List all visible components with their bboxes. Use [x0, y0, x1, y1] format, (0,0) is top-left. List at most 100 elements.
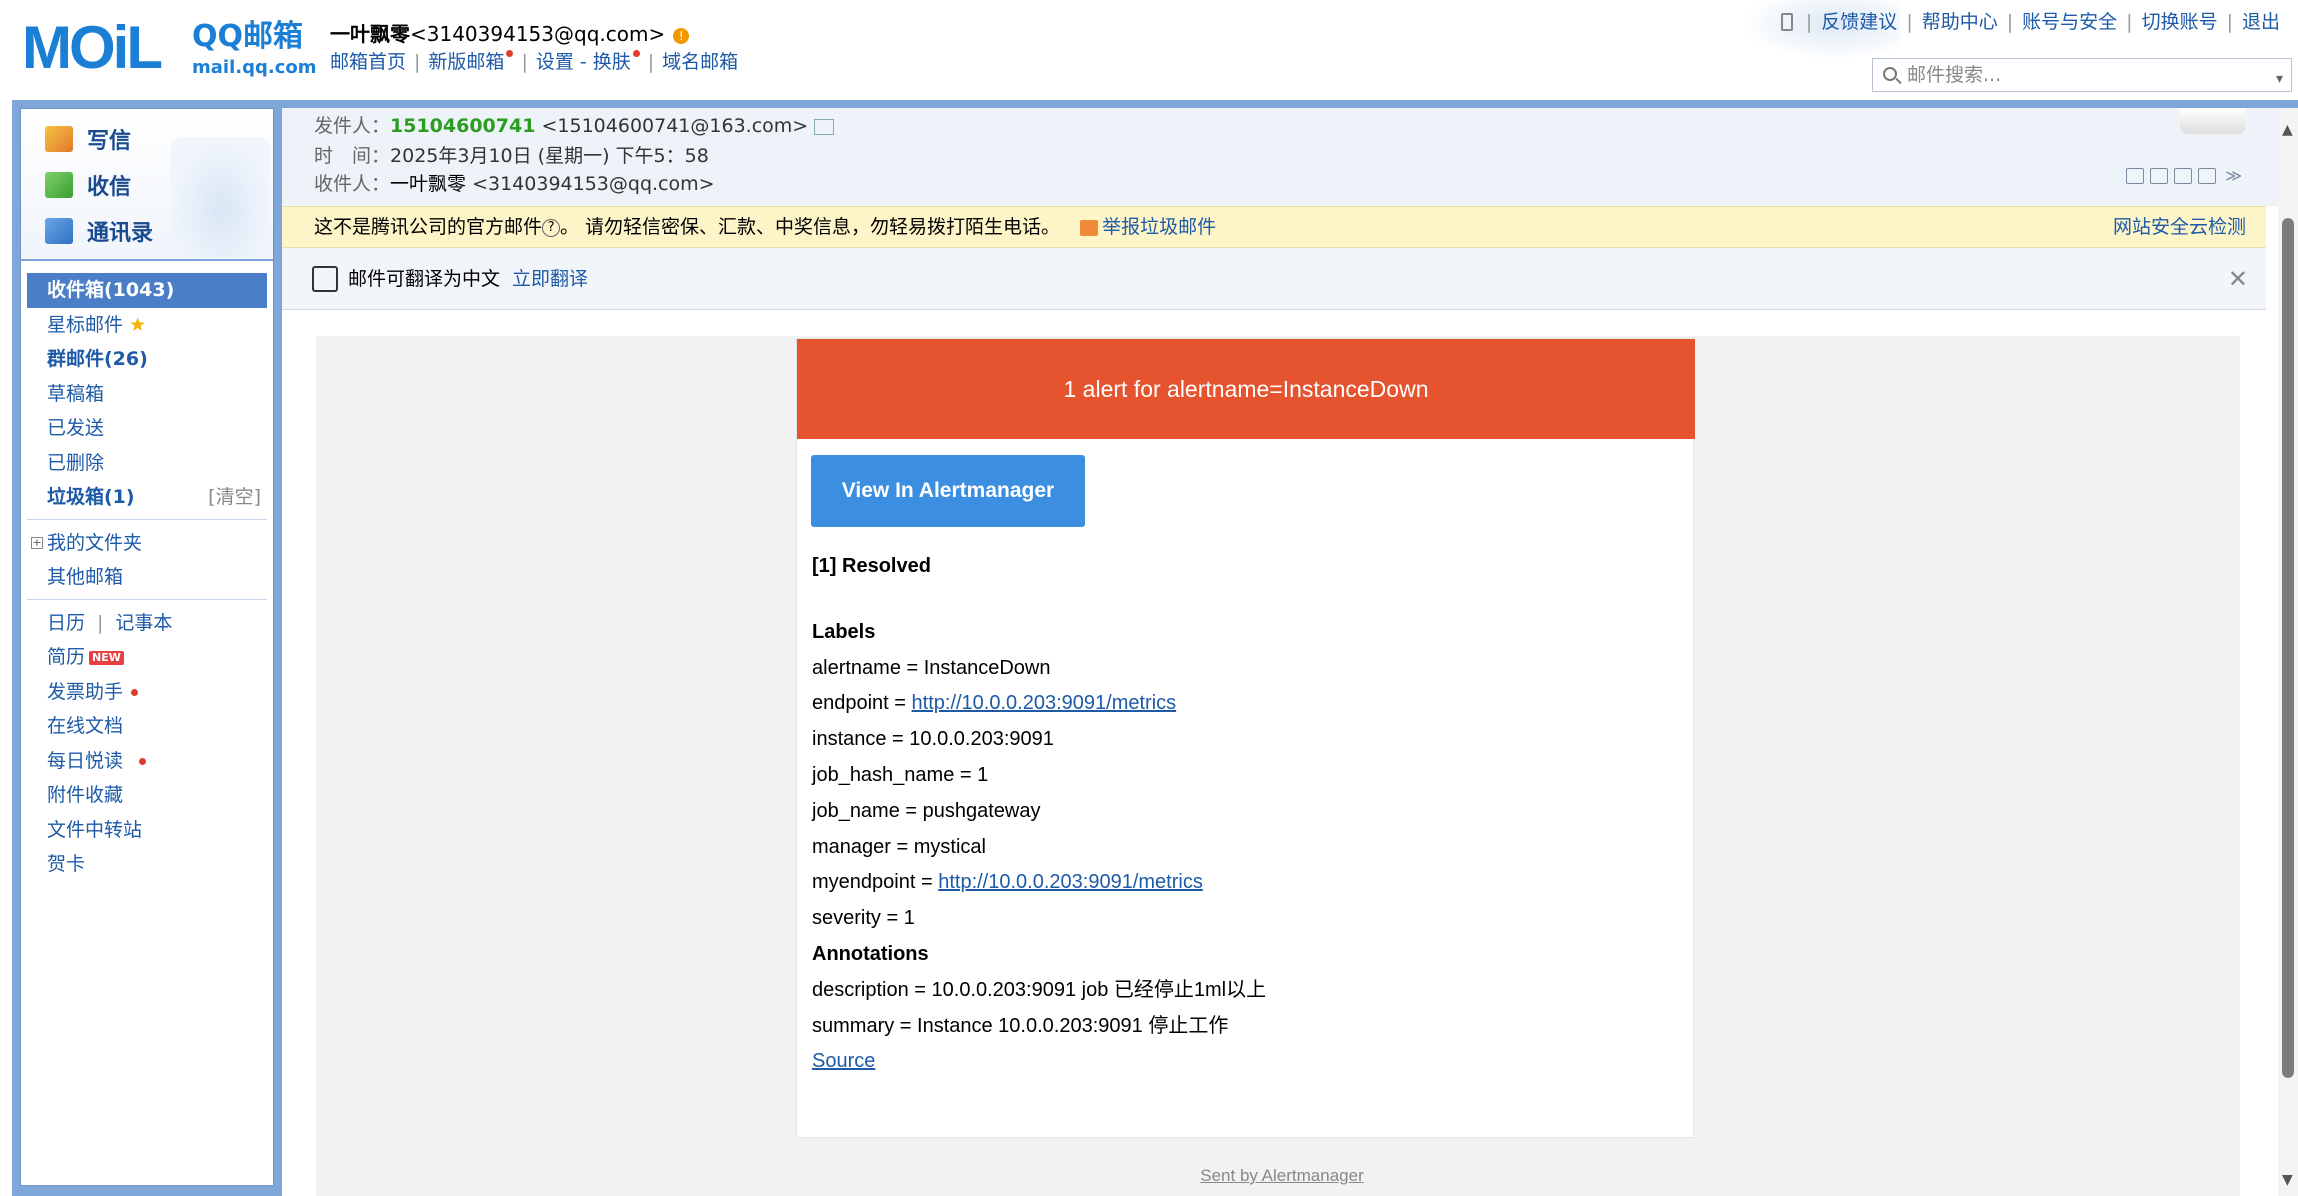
from-email: <15104600741@163.com>: [541, 115, 809, 137]
sent-by-alertmanager[interactable]: Sent by Alertmanager: [282, 1166, 2282, 1186]
page-icon[interactable]: [2150, 168, 2168, 184]
red-dot-icon: [506, 50, 514, 57]
link-logout[interactable]: 退出: [2242, 10, 2280, 34]
labels-title: Labels: [812, 620, 876, 643]
question-icon[interactable]: ?: [542, 218, 561, 237]
starred-label: 星标邮件: [47, 313, 124, 336]
mail-header: 发件人：15104600741 <15104600741@163.com> 时 …: [282, 108, 2282, 206]
folder-starred[interactable]: 星标邮件 ★: [27, 308, 267, 343]
qq-mail-logo[interactable]: MOiL QQ邮箱 mail.qq.com: [22, 16, 316, 80]
right-links: | 反馈建议 | 帮助中心 | 账号与安全 | 切换账号 | 退出: [1780, 10, 2280, 34]
window-icon[interactable]: [2126, 168, 2144, 184]
time-value: 2025年3月10日 (星期一) 下午5：58: [390, 145, 709, 167]
contacts-label: 通讯录: [87, 221, 154, 246]
tool-resume[interactable]: 简历 NEW: [27, 640, 267, 675]
from-row: 发件人：15104600741 <15104600741@163.com>: [314, 114, 835, 138]
folder-drafts[interactable]: 草稿箱: [27, 377, 267, 412]
clear-spam-button[interactable]: [清空]: [208, 480, 261, 515]
label-alertname: alertname = InstanceDown: [812, 656, 1051, 679]
warning-text-2: 。 请勿轻信密保、汇款、中奖信息，勿轻易拨打陌生电话。: [560, 216, 1061, 238]
divider: [27, 518, 267, 520]
top-bar: MOiL QQ邮箱 mail.qq.com 一叶飘零<3140394153@qq…: [0, 0, 2298, 100]
receive-button[interactable]: 收信: [45, 169, 131, 201]
scroll-up-icon[interactable]: ▲: [2282, 122, 2293, 138]
label-job-hash-name: job_hash_name = 1: [812, 763, 989, 786]
link-feedback[interactable]: 反馈建议: [1821, 10, 1897, 34]
translate-text: 邮件可翻译为中文: [348, 268, 501, 290]
link-account-security[interactable]: 账号与安全: [2022, 10, 2117, 34]
report-icon: [1080, 219, 1099, 236]
folder-spam[interactable]: 垃圾箱(1) [清空]: [27, 480, 267, 515]
warning-icon[interactable]: !: [673, 27, 690, 44]
print-icon[interactable]: [2198, 168, 2216, 184]
chevron-down-icon[interactable]: ▾: [2276, 63, 2283, 95]
tool-file-transfer[interactable]: 文件中转站: [27, 813, 267, 848]
to-label: 收件人：: [314, 173, 391, 195]
translate-now-link[interactable]: 立即翻译: [512, 268, 588, 290]
endpoint-key: endpoint =: [812, 692, 912, 715]
left-nav: 写信 收信 通讯录 收件箱(1043) 星标邮件 ★ 群邮件(26) 草稿箱 已…: [20, 108, 274, 1186]
from-name[interactable]: 15104600741: [390, 115, 535, 137]
resolved-title: [1] Resolved: [812, 555, 931, 577]
link-notes[interactable]: 记事本: [115, 612, 172, 634]
contacts-icon: [45, 218, 73, 244]
separator: |: [97, 611, 104, 634]
folder-inbox[interactable]: 收件箱(1043): [27, 273, 267, 308]
tool-cards[interactable]: 贺卡: [27, 847, 267, 882]
search-input[interactable]: 邮件搜索... ▾: [1872, 58, 2292, 92]
scrollbar[interactable]: ▲ ▼: [2278, 108, 2298, 1196]
link-domain-mail[interactable]: 域名邮箱: [662, 51, 738, 73]
report-spam-link[interactable]: 举报垃圾邮件: [1102, 216, 1216, 238]
label-endpoint: endpoint = http://10.0.0.203:9091/metric…: [812, 686, 1682, 722]
compose-button[interactable]: 写信: [45, 123, 131, 155]
folder-sent[interactable]: 已发送: [27, 411, 267, 446]
contact-card-icon[interactable]: [814, 118, 835, 135]
annotation-description: description = 10.0.0.203:9091 job 已经停止1m…: [812, 978, 1267, 1001]
tool-attachments[interactable]: 附件收藏: [27, 778, 267, 813]
search-placeholder: 邮件搜索...: [1907, 64, 2002, 86]
folder-group[interactable]: 群邮件(26): [27, 342, 267, 377]
tool-invoice[interactable]: 发票助手: [27, 675, 267, 710]
link-settings[interactable]: 设置: [536, 51, 574, 73]
tool-daily-read[interactable]: 每日悦读: [27, 744, 267, 779]
new-badge: NEW: [89, 650, 124, 665]
invoice-label: 发票助手: [47, 680, 124, 703]
link-switch-account[interactable]: 切换账号: [2142, 10, 2218, 34]
link-calendar[interactable]: 日历: [47, 612, 85, 634]
label-severity: severity = 1: [812, 907, 915, 930]
endpoint-link[interactable]: http://10.0.0.203:9091/metrics: [912, 692, 1177, 714]
myendpoint-link[interactable]: http://10.0.0.203:9091/metrics: [938, 871, 1203, 893]
source-link[interactable]: Source: [812, 1050, 875, 1072]
link-skin[interactable]: 换肤: [593, 51, 631, 73]
expand-icon[interactable]: +: [31, 537, 43, 549]
to-email: <3140394153@qq.com>: [472, 173, 715, 195]
phone-icon[interactable]: [1780, 13, 1793, 31]
link-new-mail[interactable]: 新版邮箱: [428, 51, 504, 73]
user-name: 一叶飘零: [330, 22, 410, 46]
alert-details: [1] Resolved Labels alertname = Instance…: [812, 549, 1682, 1080]
scrollbar-thumb[interactable]: [2282, 218, 2294, 1078]
red-dot-icon: [632, 50, 640, 57]
scroll-down-icon[interactable]: ▼: [2282, 1172, 2293, 1188]
folder-my-folders[interactable]: + 我的文件夹: [27, 526, 267, 561]
alert-card: 1 alert for alertname=InstanceDown View …: [796, 338, 1695, 1138]
folder-deleted[interactable]: 已删除: [27, 446, 267, 481]
compose-box: 写信 收信 通讯录: [21, 109, 273, 261]
security-check-link[interactable]: 网站安全云检测: [2113, 207, 2246, 247]
myendpoint-key: myendpoint =: [812, 871, 939, 894]
warning-text-1: 这不是腾讯公司的官方邮件: [314, 216, 543, 238]
link-mail-home[interactable]: 邮箱首页: [330, 51, 406, 73]
save-icon[interactable]: [2174, 168, 2192, 184]
inbox-download-icon: [45, 172, 73, 198]
folder-other-mail[interactable]: 其他邮箱: [27, 560, 267, 595]
label-job-name: job_name = pushgateway: [812, 799, 1041, 822]
avatar: [2180, 108, 2246, 134]
view-in-alertmanager-button[interactable]: View In Alertmanager: [811, 455, 1085, 527]
red-dot-icon: [139, 757, 147, 765]
tool-docs[interactable]: 在线文档: [27, 709, 267, 744]
expand-chevron-icon[interactable]: ≫: [2225, 166, 2242, 185]
contacts-button[interactable]: 通讯录: [45, 215, 153, 247]
link-help[interactable]: 帮助中心: [1922, 10, 1998, 34]
close-icon[interactable]: ✕: [2228, 248, 2248, 310]
separator: |: [2226, 11, 2233, 33]
